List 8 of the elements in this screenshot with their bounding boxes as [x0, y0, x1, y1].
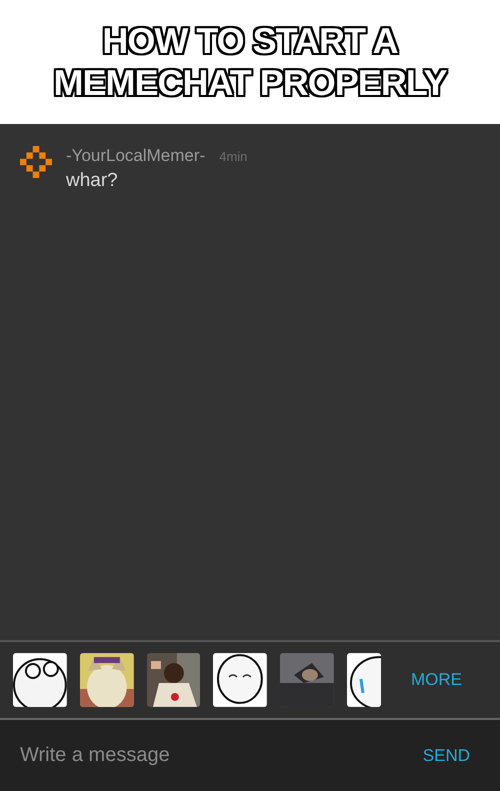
message-text: whar?	[66, 170, 119, 192]
diamond-icon	[20, 146, 52, 178]
send-button[interactable]: SEND	[414, 742, 478, 770]
meme-caption: HOW TO START A MEMECHAT PROPERLY	[52, 20, 450, 104]
more-button[interactable]: MORE	[403, 666, 470, 694]
message-field[interactable]: Write a message	[20, 740, 415, 771]
message-time: 4min	[219, 149, 248, 164]
author-name: -YourLocalMemer-	[66, 146, 206, 166]
